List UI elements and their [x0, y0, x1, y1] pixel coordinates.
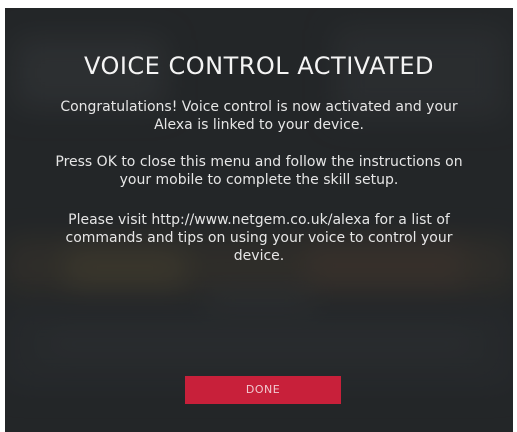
tv-screen: VOICE CONTROL ACTIVATED Congratulations!…: [5, 8, 513, 432]
done-button[interactable]: DONE: [185, 376, 341, 404]
congratulations-message: Congratulations! Voice control is now ac…: [60, 99, 458, 133]
instructions-message: Press OK to close this menu and follow t…: [55, 154, 463, 188]
dialog-title: VOICE CONTROL ACTIVATED: [83, 52, 435, 80]
visit-website-message: Please visit http://www.netgem.co.uk/ale…: [65, 212, 453, 264]
